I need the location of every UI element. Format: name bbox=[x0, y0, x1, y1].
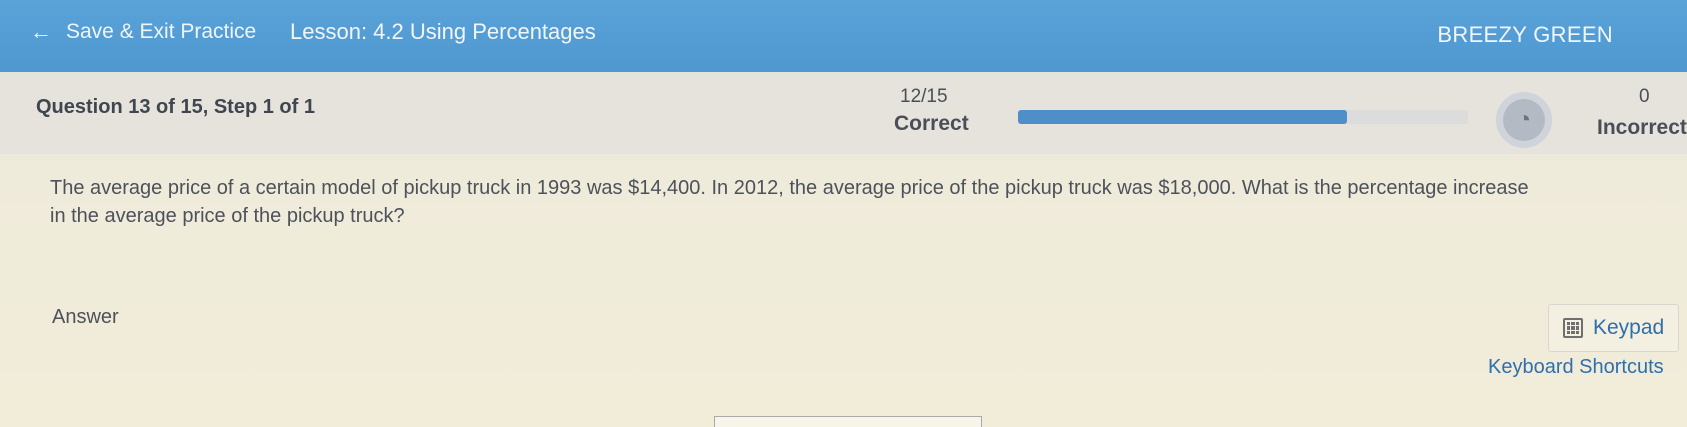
incorrect-label: Incorrect bbox=[1597, 116, 1687, 139]
question-text: The average price of a certain model of … bbox=[50, 174, 1670, 230]
keypad-label: Keypad bbox=[1593, 316, 1665, 339]
question-line-1: The average price of a certain model of … bbox=[50, 177, 1529, 199]
save-exit-label: Save & Exit Practice bbox=[66, 20, 257, 43]
lesson-title: Lesson: 4.2 Using Percentages bbox=[290, 19, 596, 44]
avatar-face: ◔ bbox=[1503, 99, 1545, 141]
top-header-bar: ← Save & Exit Practice Lesson: 4.2 Using… bbox=[0, 0, 1687, 72]
correct-count: 12/15 bbox=[900, 86, 948, 107]
progress-bar-fill bbox=[1018, 110, 1347, 124]
progress-bar bbox=[1018, 110, 1468, 124]
correct-label: Correct bbox=[894, 112, 969, 135]
keypad-button[interactable]: Keypad bbox=[1548, 304, 1679, 352]
user-name[interactable]: BREEZY GREEN bbox=[1437, 22, 1613, 48]
question-step-label: Question 13 of 15, Step 1 of 1 bbox=[36, 96, 315, 118]
incorrect-count: 0 bbox=[1639, 86, 1650, 107]
progress-status-row: Question 13 of 15, Step 1 of 1 12/15 Cor… bbox=[0, 72, 1687, 154]
answer-input[interactable] bbox=[714, 416, 982, 427]
save-exit-link[interactable]: ← Save & Exit Practice bbox=[30, 17, 256, 47]
keyboard-shortcuts-link[interactable]: Keyboard Shortcuts bbox=[1488, 356, 1664, 379]
answer-label: Answer bbox=[52, 306, 119, 328]
player-avatar-icon: ◔ bbox=[1496, 92, 1552, 148]
arrow-left-icon: ← bbox=[30, 19, 52, 44]
question-line-2: in the average price of the pickup truck… bbox=[50, 205, 405, 227]
practice-page: ← Save & Exit Practice Lesson: 4.2 Using… bbox=[0, 0, 1687, 427]
calculator-icon bbox=[1563, 318, 1583, 338]
